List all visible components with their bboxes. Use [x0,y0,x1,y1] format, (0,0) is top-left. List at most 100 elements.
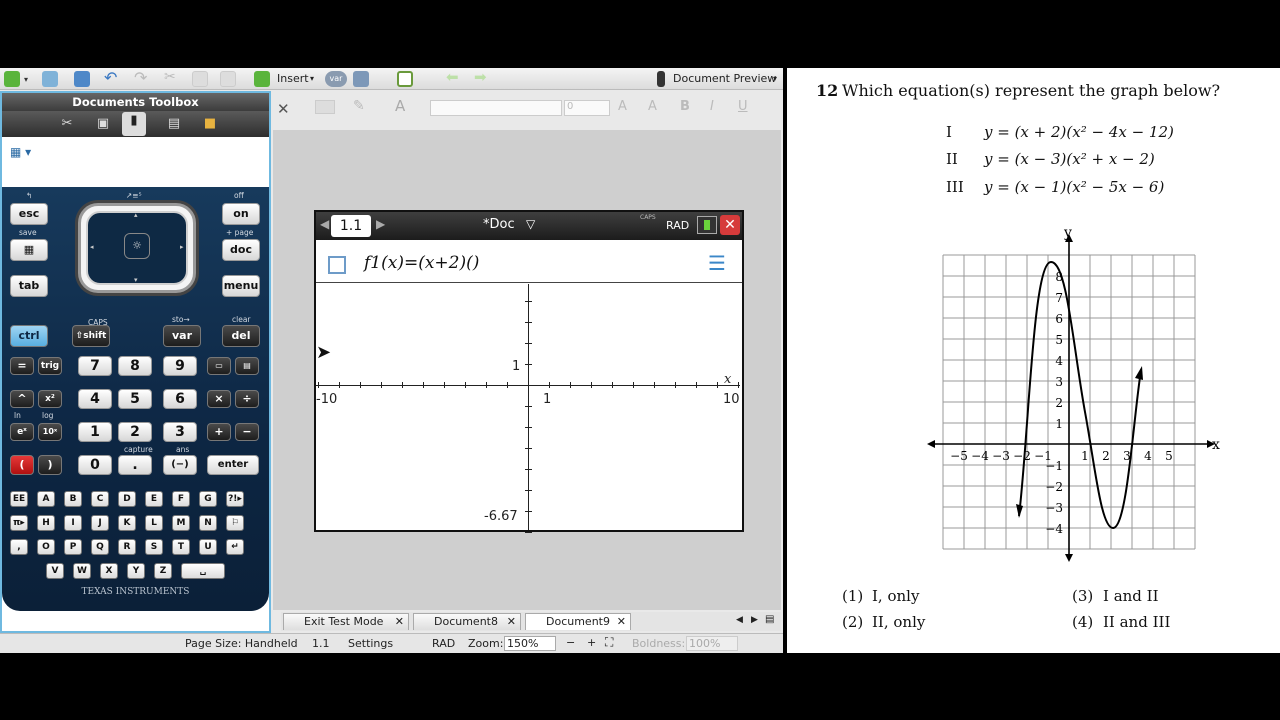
screen-capture-icon[interactable] [353,71,369,87]
alpha-key[interactable]: V [46,563,64,579]
alpha-key[interactable]: P [64,539,82,555]
open-icon[interactable] [42,71,58,87]
bold-button[interactable]: B [680,99,690,114]
graph-area[interactable]: x -10 10 1 1 -6.67 ➤ [316,284,742,533]
font-size-select[interactable]: 0 [564,100,610,116]
alpha-key[interactable]: O [37,539,55,555]
close-icon[interactable]: ✕ [720,215,740,235]
prev-page-icon[interactable]: ◀ [320,217,329,231]
alpha-key[interactable]: I [64,515,82,531]
alpha-key[interactable]: D [118,491,136,507]
decimal-key[interactable]: . [118,455,152,475]
multiply-key[interactable]: × [207,390,231,408]
touchpad[interactable]: ☼ ▴ ▾ ◂ ▸ [78,203,196,293]
square-key[interactable]: x² [38,390,62,408]
alpha-key[interactable]: F [172,491,190,507]
alpha-key[interactable]: W [73,563,91,579]
alpha-key[interactable]: N [199,515,217,531]
alpha-key[interactable]: J [91,515,109,531]
save-icon[interactable] [74,71,90,87]
zoom-out-button[interactable]: − [566,636,575,649]
tab-key[interactable]: tab [10,275,48,297]
scratchpad-key[interactable]: ▦ [10,239,48,261]
next-page-icon[interactable]: ▶ [376,217,385,231]
line-color-icon[interactable]: ✎ [353,98,365,114]
plus-key[interactable]: + [207,423,231,441]
alpha-key[interactable]: R [118,539,136,555]
del-key[interactable]: del [222,325,260,347]
negative-key[interactable]: (−) [163,455,197,475]
alpha-key[interactable]: M [172,515,190,531]
left-paren-key[interactable]: ( [10,455,34,475]
alpha-key[interactable]: EE [10,491,28,507]
tools-icon[interactable]: ✂ [58,115,76,133]
paste-icon[interactable] [220,71,236,87]
chevron-down-icon[interactable]: ▾ [24,75,32,84]
key-8[interactable]: 8 [118,356,152,376]
divide-key[interactable]: ÷ [235,390,259,408]
document-preview-menu[interactable]: Document Preview [673,72,776,85]
ten-power-key[interactable]: 10ˣ [38,423,62,441]
key-1[interactable]: 1 [78,422,112,442]
shift-key[interactable]: ⇧shift [72,325,110,347]
function-entry-line[interactable]: f1(x)=(x+2)() ☰ [316,247,742,283]
trig-key[interactable]: trig [38,357,62,375]
text-color-icon[interactable]: A [395,97,405,115]
fill-color-icon[interactable] [315,100,335,114]
key-3[interactable]: 3 [163,422,197,442]
chevron-down-icon[interactable]: ▾ [773,74,777,83]
templates-key[interactable]: ▭ [207,357,231,375]
page-tab[interactable]: 1.1 [331,215,371,237]
key-6[interactable]: 6 [163,389,197,409]
scratchpad-icon[interactable]: ▤ [165,115,183,133]
redo-icon[interactable]: ↷ [134,68,150,87]
alpha-key[interactable]: H [37,515,55,531]
alpha-key[interactable]: B [64,491,82,507]
alpha-key[interactable]: π▸ [10,515,28,531]
tools-icon[interactable]: ✕ [277,100,290,118]
esc-key[interactable]: esc [10,203,48,225]
catalog-key[interactable]: ▤ [235,357,259,375]
page-layout-icon[interactable] [397,71,413,87]
font-shrink-icon[interactable]: A [648,99,657,114]
italic-button[interactable]: I [710,99,714,114]
alpha-key[interactable]: S [145,539,163,555]
underline-button[interactable]: U [738,99,748,114]
undo-icon[interactable]: ↶ [104,68,120,87]
alpha-key[interactable]: L [145,515,163,531]
alpha-key[interactable]: ⚐ [226,515,244,531]
doc-menu-icon[interactable]: ▽ [526,217,535,231]
function-input[interactable]: f1(x)=(x+2)() [364,253,479,273]
exp-key[interactable]: eˣ [10,423,34,441]
tab-list-icon[interactable]: ▤ [765,614,774,625]
alpha-key[interactable]: ↵ [226,539,244,555]
ctrl-key[interactable]: ctrl [10,325,48,347]
alpha-key[interactable]: U [199,539,217,555]
key-4[interactable]: 4 [78,389,112,409]
key-9[interactable]: 9 [163,356,197,376]
alpha-key[interactable]: ?!▸ [226,491,244,507]
tab-exit-test-mode[interactable]: Exit Test Mode ✕ [283,613,409,630]
tab-document8[interactable]: Document8 ✕ [413,613,521,630]
insert-menu[interactable]: Insert [277,72,309,85]
alpha-key[interactable]: ␣ [181,563,225,579]
alpha-key[interactable]: Q [91,539,109,555]
entry-checkbox[interactable] [328,256,346,274]
alpha-key[interactable]: G [199,491,217,507]
doc-key[interactable]: doc [222,239,260,261]
enter-key[interactable]: enter [207,455,259,475]
page-sorter-icon[interactable]: ▣ [94,115,112,133]
alpha-key[interactable]: X [100,563,118,579]
font-family-select[interactable] [430,100,562,116]
var-key[interactable]: var [163,325,201,347]
function-list-icon[interactable]: ☰ [708,253,726,273]
boldness-select[interactable]: 100% [686,636,738,651]
insert-icon[interactable] [254,71,270,87]
page-size[interactable]: Page Size: Handheld [185,637,298,650]
menu-key[interactable]: menu [222,275,260,297]
chevron-down-icon[interactable]: ▾ [310,74,314,83]
alpha-key[interactable]: Y [127,563,145,579]
alpha-key[interactable]: K [118,515,136,531]
emulator-icon[interactable]: ▮ [122,112,146,136]
alpha-key[interactable]: C [91,491,109,507]
